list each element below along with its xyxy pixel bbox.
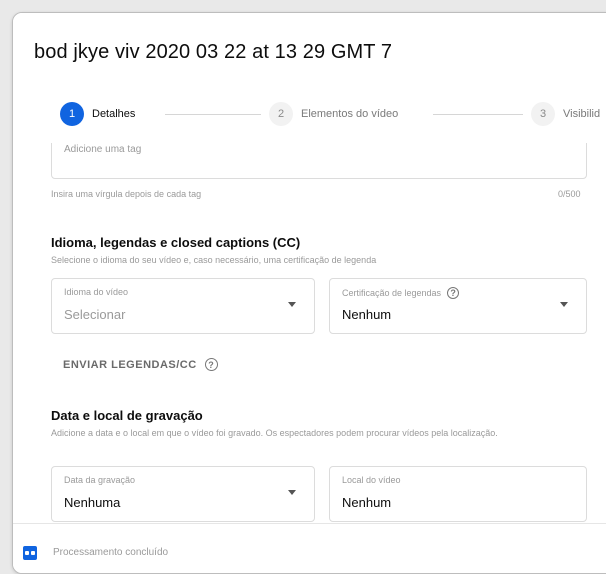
tags-placeholder: Adicione uma tag xyxy=(64,144,142,155)
language-section-title: Idioma, legendas e closed captions (CC) xyxy=(51,235,301,250)
tags-counter: 0/500 xyxy=(558,189,581,199)
video-language-select[interactable]: Idioma do vídeo Selecionar xyxy=(51,278,315,334)
recording-date-select[interactable]: Data da gravação Nenhuma xyxy=(51,466,315,522)
help-icon[interactable]: ? xyxy=(447,287,460,299)
video-language-label: Idioma do vídeo xyxy=(64,287,129,297)
tags-input[interactable]: Adicione uma tag xyxy=(51,143,587,179)
upload-captions-button[interactable]: ENVIAR LEGENDAS/CC ? xyxy=(63,358,218,371)
video-location-value: Nenhum xyxy=(342,495,392,510)
details-form: Adicione uma tag Insira uma vírgula depo… xyxy=(13,143,606,523)
video-location-input[interactable]: Local do vídeo Nenhum xyxy=(329,466,587,522)
dialog-title: bod jkye viv 2020 03 22 at 13 29 GMT 7 xyxy=(34,41,393,63)
caption-cert-select[interactable]: Certificação de legendas ? Nenhum xyxy=(329,278,587,334)
step-connector xyxy=(165,114,261,115)
caption-cert-label: Certificação de legendas xyxy=(342,288,442,298)
dialog-footer: Processamento concluído xyxy=(13,523,606,573)
step-label: Visibilid xyxy=(563,108,601,120)
step-label: Elementos do vídeo xyxy=(301,108,399,120)
video-language-value: Selecionar xyxy=(64,307,126,322)
step-number: 1 xyxy=(60,102,84,126)
recording-section-desc: Adicione a data e o local em que o vídeo… xyxy=(51,428,498,438)
recording-date-value: Nenhuma xyxy=(64,495,121,510)
dialog-header: bod jkye viv 2020 03 22 at 13 29 GMT 7 xyxy=(13,13,606,84)
step-label: Detalhes xyxy=(92,108,136,120)
step-number: 2 xyxy=(269,102,293,126)
chevron-down-icon xyxy=(288,490,296,495)
step-visibility[interactable]: 3 Visibilid xyxy=(531,101,600,127)
tags-hint: Insira uma vírgula depois de cada tag xyxy=(51,189,202,199)
step-details[interactable]: 1 Detalhes xyxy=(60,101,135,127)
step-video-elements[interactable]: 2 Elementos do vídeo xyxy=(269,101,398,127)
help-icon[interactable]: ? xyxy=(204,358,218,371)
caption-cert-value: Nenhum xyxy=(342,307,392,322)
upload-dialog: bod jkye viv 2020 03 22 at 13 29 GMT 7 1… xyxy=(12,12,606,574)
caption-cert-label-wrap: Certificação de legendas ? xyxy=(342,287,460,299)
recording-date-label: Data da gravação xyxy=(64,475,136,485)
video-location-label: Local do vídeo xyxy=(342,475,401,485)
chevron-down-icon xyxy=(288,302,296,307)
step-connector xyxy=(433,114,523,115)
step-number: 3 xyxy=(531,102,555,126)
processing-icon xyxy=(23,546,37,560)
upload-captions-label: ENVIAR LEGENDAS/CC xyxy=(63,358,197,371)
chevron-down-icon xyxy=(560,302,568,307)
recording-section-title: Data e local de gravação xyxy=(51,408,203,423)
language-section-desc: Selecione o idioma do seu vídeo e, caso … xyxy=(51,255,377,265)
